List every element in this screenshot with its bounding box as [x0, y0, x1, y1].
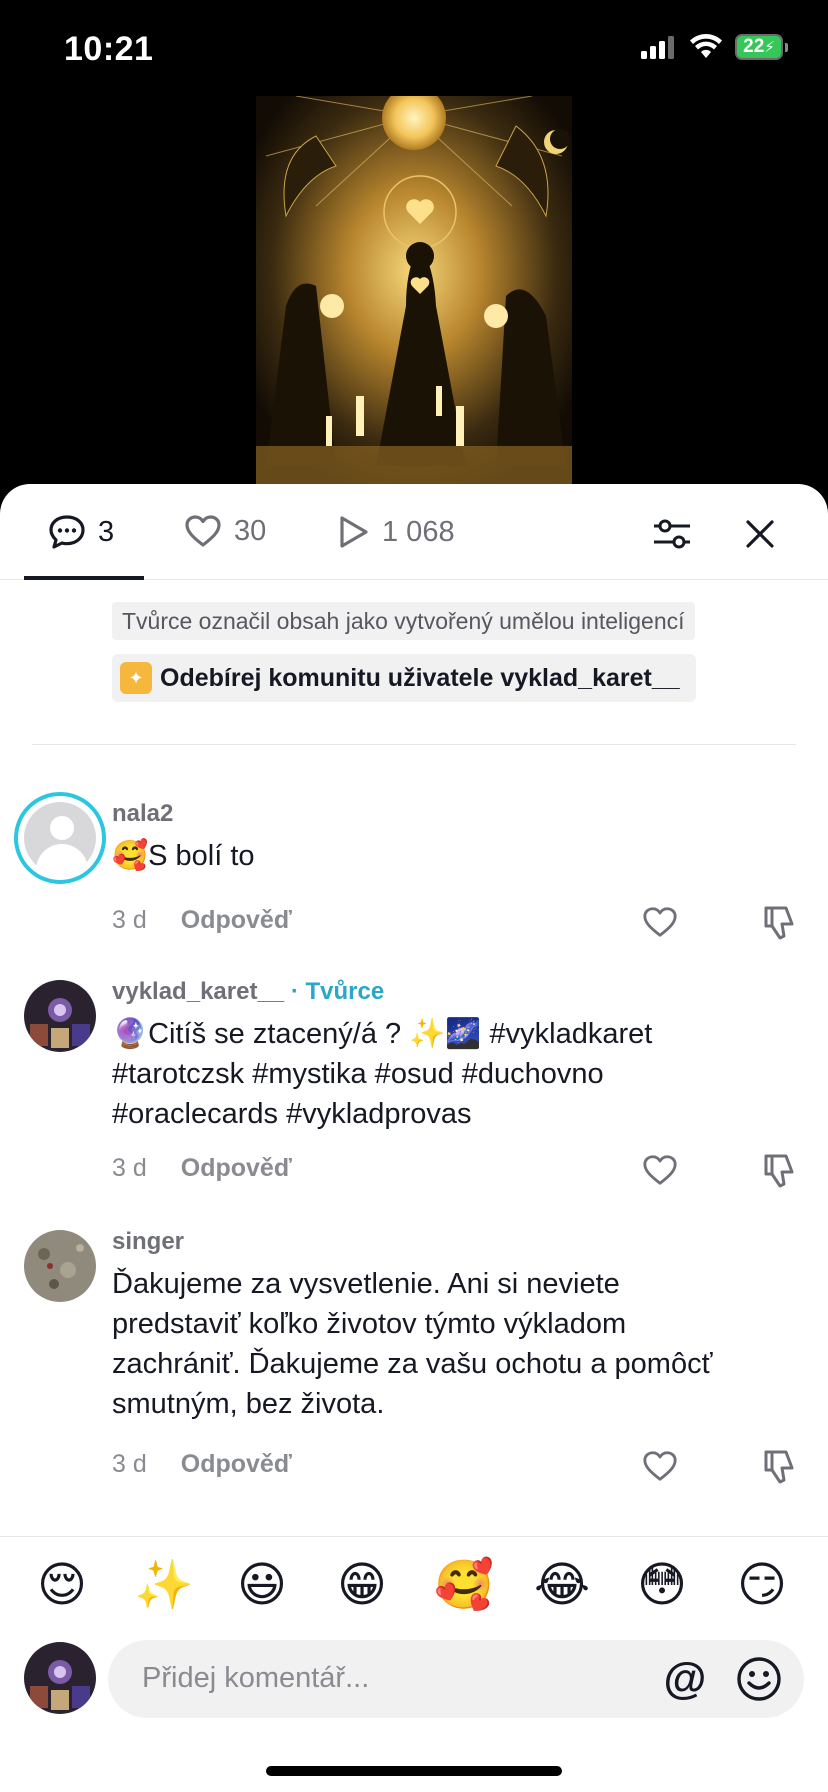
comments-count: 3 [98, 515, 115, 548]
creator-badge: · Tvůrce [290, 978, 385, 1005]
emoji-button[interactable]: 😏 [734, 1557, 790, 1613]
comment-username[interactable]: nala2 [112, 800, 173, 828]
charging-icon: ⚡ [764, 39, 775, 56]
comment-age: 3 d [112, 906, 147, 934]
comment-input-placeholder: Přidej komentář... [142, 1662, 370, 1694]
community-label: Odebírej komunitu uživatele vyklad_karet… [160, 663, 680, 692]
wifi-icon [690, 34, 722, 58]
reply-button[interactable]: Odpověď [181, 906, 292, 935]
battery-level: 22 [743, 36, 765, 57]
emoji-button[interactable]: 😌 [34, 1557, 90, 1613]
likes-count: 30 [234, 514, 267, 547]
status-time: 10:21 [64, 30, 154, 68]
battery-indicator: 22 ⚡ [735, 34, 788, 60]
thumbs-down-icon[interactable] [762, 1448, 798, 1484]
comments-list[interactable]: Tvůrce označil obsah jako vytvořený uměl… [0, 580, 828, 1534]
mention-icon[interactable]: @ [660, 1654, 710, 1704]
comment-text: 🔮Citíš se ztacený/á ? ✨🌌 #vykladkaret #t… [112, 1018, 653, 1130]
filter-sliders-icon [654, 519, 690, 549]
comment-age: 3 d [112, 1450, 147, 1478]
emoji-button[interactable]: 😃 [234, 1557, 290, 1613]
tab-plays[interactable]: 1 068 [336, 514, 455, 550]
video-artwork[interactable] [256, 96, 572, 486]
heart-icon[interactable] [642, 1152, 678, 1188]
plays-count: 1 068 [382, 515, 455, 548]
divider [32, 744, 796, 745]
comment-emoji: 🔮 [112, 1018, 149, 1050]
comment-meta: 3 d Odpověď [112, 1154, 292, 1183]
heart-icon[interactable] [642, 904, 678, 940]
emoji-button[interactable]: 🥰 [434, 1557, 494, 1613]
status-bar: 10:21 22 ⚡ [0, 0, 828, 96]
comment-composer: Přidej komentář... @ [0, 1628, 828, 1792]
filter-button[interactable] [650, 512, 694, 556]
play-icon [340, 516, 368, 548]
sheet-tabs: 3 30 1 068 [0, 484, 828, 580]
reply-button[interactable]: Odpověď [181, 1450, 292, 1479]
comment-meta: 3 d Odpověď [112, 906, 292, 935]
emoji-button[interactable]: 😁 [334, 1557, 390, 1613]
thumbs-down-icon[interactable] [762, 904, 798, 940]
status-icons: 22 ⚡ [641, 34, 788, 60]
comment-emoji: 🥰 [112, 840, 149, 872]
emoji-button[interactable]: ✨ [134, 1557, 194, 1613]
comment-username[interactable]: singer [112, 1228, 184, 1256]
avatar[interactable] [14, 792, 106, 884]
comment-text: 🥰S bolí to [112, 840, 255, 872]
comment-text: Ďakujeme za vysvetlenie. Ani si neviete … [112, 1268, 713, 1420]
comment-username[interactable]: vyklad_karet__ · Tvůrce [112, 978, 384, 1006]
smile-icon[interactable] [736, 1656, 782, 1702]
close-icon [746, 520, 774, 548]
emoji-quick-bar: 😌 ✨ 😃 😁 🥰 😂 😳 😏 [0, 1536, 828, 1628]
avatar[interactable] [24, 1230, 96, 1302]
community-icon: ✦ [120, 662, 152, 694]
comment-input[interactable]: Přidej komentář... @ [108, 1640, 804, 1718]
tab-likes[interactable]: 30 [184, 514, 266, 548]
reply-button[interactable]: Odpověď [181, 1154, 292, 1183]
avatar[interactable] [24, 980, 96, 1052]
ai-content-label: Tvůrce označil obsah jako vytvořený uměl… [112, 602, 695, 640]
thumbs-down-icon[interactable] [762, 1152, 798, 1188]
emoji-button[interactable]: 😂 [534, 1557, 590, 1613]
comment-age: 3 d [112, 1154, 147, 1182]
emoji-button[interactable]: 😳 [634, 1557, 690, 1613]
heart-icon [185, 515, 221, 547]
heart-icon[interactable] [642, 1448, 678, 1484]
home-indicator [266, 1766, 562, 1776]
tab-comments[interactable]: 3 [48, 514, 114, 550]
signal-icon [641, 36, 674, 59]
comment-bubble-icon [49, 515, 85, 549]
close-button[interactable] [738, 512, 782, 556]
community-subscribe-link[interactable]: ✦ Odebírej komunitu uživatele vyklad_kar… [112, 654, 696, 702]
my-avatar[interactable] [24, 1642, 96, 1714]
comment-meta: 3 d Odpověď [112, 1450, 292, 1479]
